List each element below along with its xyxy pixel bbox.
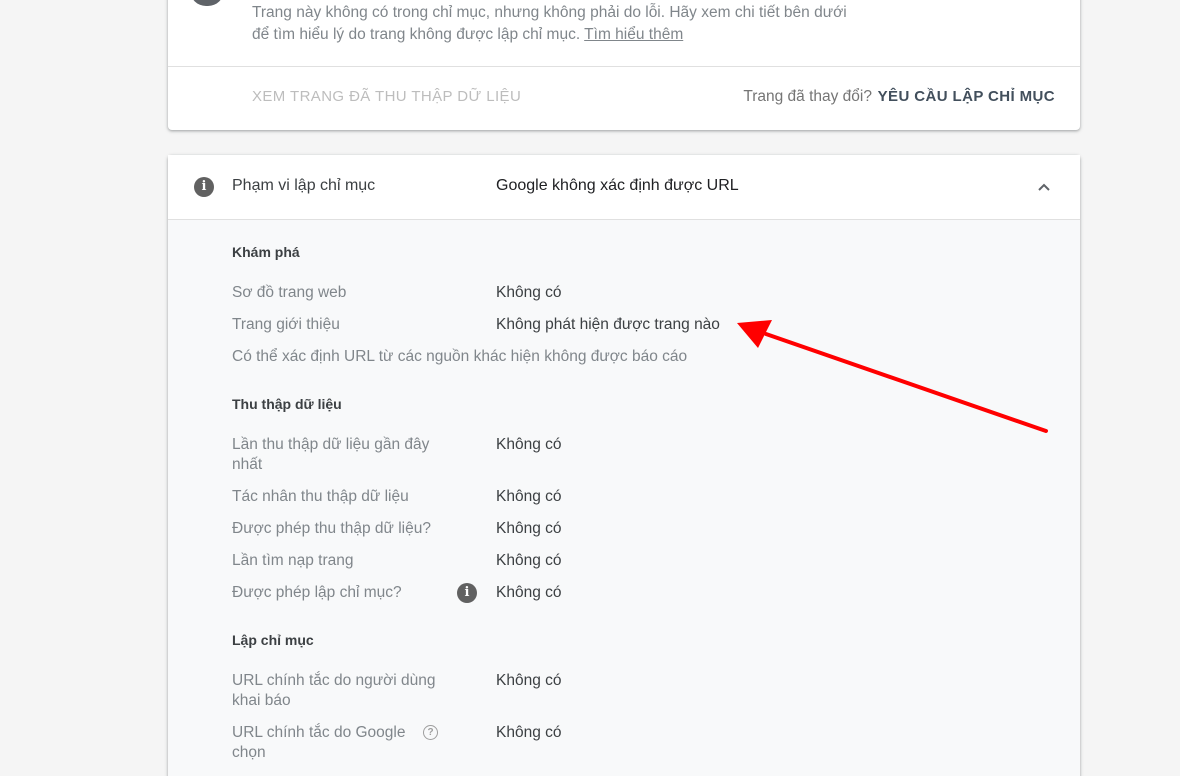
page-fetch-value: Không có (496, 552, 562, 569)
user-canonical-label: URL chính tắc do người dùng khai báo (232, 672, 436, 709)
view-crawled-page-button[interactable]: XEM TRANG ĐÃ THU THẬP DỮ LIỆU (252, 88, 521, 105)
coverage-card: i Phạm vi lập chỉ mục Google không xác đ… (168, 155, 1080, 776)
coverage-status: Google không xác định được URL (496, 177, 739, 194)
coverage-header[interactable]: i Phạm vi lập chỉ mục Google không xác đ… (168, 155, 1080, 220)
index-allowed-label: Được phép lập chỉ mục? (232, 584, 402, 601)
status-description: Trang này không có trong chỉ mục, nhưng … (252, 2, 852, 46)
info-icon[interactable]: i (457, 583, 477, 603)
coverage-details: Khám phá Sơ đồ trang web Không có Trang … (168, 220, 1080, 776)
crawler-value: Không có (496, 488, 562, 505)
google-canonical-label: URL chính tắc do Google chọn (232, 724, 406, 761)
user-canonical-value: Không có (496, 672, 562, 689)
info-icon: i (194, 177, 214, 197)
section-indexing-title: Lập chỉ mục (232, 632, 314, 648)
request-indexing-button[interactable]: YÊU CẦU LẬP CHỈ MỤC (878, 88, 1055, 105)
sitemap-value: Không có (496, 284, 562, 301)
help-icon[interactable]: ? (423, 725, 438, 740)
crawl-allowed-label: Được phép thu thập dữ liệu? (232, 520, 431, 537)
divider (168, 66, 1080, 67)
google-canonical-value: Không có (496, 724, 562, 741)
index-status-card: Trang này không có trong chỉ mục, nhưng … (168, 0, 1080, 130)
sitemap-label: Sơ đồ trang web (232, 284, 347, 301)
crawl-allowed-value: Không có (496, 520, 562, 537)
coverage-title: Phạm vi lập chỉ mục (232, 177, 376, 194)
discovery-note: Có thể xác định URL từ các nguồn khác hi… (232, 348, 688, 365)
page-changed-text: Trang đã thay đổi? (743, 88, 872, 105)
status-icon (190, 0, 224, 6)
page-fetch-label: Lần tìm nạp trang (232, 552, 354, 569)
last-crawl-value: Không có (496, 436, 562, 453)
page: Trang này không có trong chỉ mục, nhưng … (0, 0, 1180, 776)
crawler-label: Tác nhân thu thập dữ liệu (232, 488, 409, 505)
referring-page-label: Trang giới thiệu (232, 316, 340, 333)
chevron-up-icon[interactable] (1036, 179, 1052, 195)
last-crawl-label: Lần thu thập dữ liệu gần đây nhất (232, 436, 430, 473)
status-description-text: Trang này không có trong chỉ mục, nhưng … (252, 4, 847, 43)
index-allowed-value: Không có (496, 584, 562, 601)
learn-more-link[interactable]: Tìm hiểu thêm (584, 26, 683, 43)
section-discovery-title: Khám phá (232, 244, 300, 260)
section-crawl-title: Thu thập dữ liệu (232, 396, 342, 412)
referring-page-value: Không phát hiện được trang nào (496, 316, 720, 333)
